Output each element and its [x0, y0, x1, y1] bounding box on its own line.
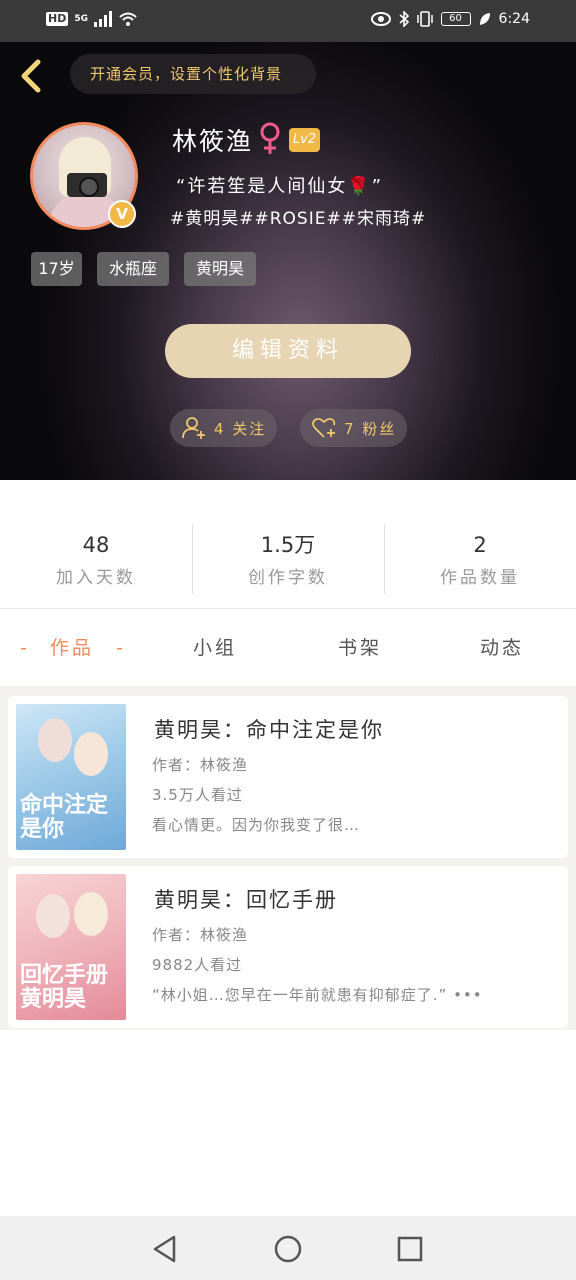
- tag-idol: 黄明昊: [184, 252, 256, 286]
- eye-icon: [370, 12, 391, 26]
- clock: 6:24: [498, 11, 530, 27]
- content-tabs: - 作品 - 小组 书架 动态: [0, 626, 576, 670]
- heart-plus-icon: [312, 417, 336, 438]
- section-divider: [0, 608, 576, 609]
- status-left: HD 5G: [46, 11, 138, 27]
- work-author: 作者：林筱渔: [152, 926, 249, 944]
- works-list: 命中注定是你 黄明昊：命中注定是你 作者：林筱渔 3.5万人看过 看心情更。因为…: [0, 686, 576, 1030]
- stat-label: 创作字数: [248, 568, 328, 588]
- tab-groups[interactable]: 小组: [193, 626, 237, 670]
- vip-banner[interactable]: 开通会员，设置个性化背景: [70, 54, 316, 94]
- leaf-icon: [479, 13, 490, 25]
- work-cover: 回忆手册黄明昊: [16, 874, 126, 1020]
- work-summary: “林小姐…您早在一年前就患有抑郁症了.” •••: [152, 986, 483, 1004]
- followers-button[interactable]: 7 粉丝: [300, 409, 407, 447]
- stat-works-count: 2 作品数量: [384, 520, 576, 596]
- battery-icon: 60: [440, 12, 471, 26]
- work-cover: 命中注定是你: [16, 704, 126, 850]
- status-right: 60 6:24: [370, 11, 530, 27]
- system-nav-bar: [0, 1216, 576, 1280]
- followers-label: 7 粉丝: [344, 419, 397, 438]
- bluetooth-icon: [399, 11, 409, 27]
- stat-days-joined: 48 加入天数: [0, 520, 192, 596]
- vibrate-icon: [416, 11, 433, 27]
- verified-badge: V: [108, 200, 136, 228]
- work-views: 3.5万人看过: [152, 786, 243, 804]
- bio-quote: “许若笙是人间仙女🌹”: [176, 176, 384, 197]
- level-badge: Lv2: [289, 128, 320, 152]
- signal-icon: [94, 11, 112, 27]
- back-triangle-icon[interactable]: [148, 1232, 182, 1266]
- profile-header: 开通会员，设置个性化背景 V 林筱渔 Lv2 “许若笙是人间仙女🌹” #黄明昊#…: [0, 42, 576, 480]
- work-card[interactable]: 回忆手册黄明昊 黄明昊：回忆手册 作者：林筱渔 9882人看过 “林小姐…您早在…: [8, 866, 568, 1028]
- stat-label: 加入天数: [56, 568, 136, 588]
- work-title: 黄明昊：回忆手册: [154, 888, 338, 912]
- recents-square-icon[interactable]: [393, 1232, 427, 1266]
- work-card[interactable]: 命中注定是你 黄明昊：命中注定是你 作者：林筱渔 3.5万人看过 看心情更。因为…: [8, 696, 568, 858]
- username: 林筱渔: [172, 127, 254, 156]
- tag-age: 17岁: [31, 252, 82, 286]
- tag-zodiac: 水瓶座: [97, 252, 169, 286]
- camera-icon: [67, 173, 107, 197]
- edit-profile-button[interactable]: 编辑资料: [165, 324, 411, 378]
- status-bar: HD 5G 60 6:24: [0, 0, 576, 42]
- cover-title: 命中注定是你: [20, 793, 109, 842]
- work-title: 黄明昊：命中注定是你: [154, 718, 384, 742]
- tab-active-decor-left: -: [20, 637, 30, 659]
- back-chevron-icon[interactable]: [16, 58, 46, 94]
- tab-works[interactable]: 作品: [50, 626, 94, 670]
- stat-label: 作品数量: [440, 568, 520, 588]
- tab-active-decor-right: -: [116, 637, 126, 659]
- work-author: 作者：林筱渔: [152, 756, 249, 774]
- stat-word-count: 1.5万 创作字数: [192, 520, 384, 596]
- home-circle-icon[interactable]: [271, 1232, 305, 1266]
- tab-activity[interactable]: 动态: [480, 626, 524, 670]
- network-5g-indicator: 5G: [74, 14, 88, 24]
- stat-value: 2: [473, 533, 487, 557]
- cover-title: 回忆手册黄明昊: [20, 963, 109, 1012]
- following-button[interactable]: 4 关注: [170, 409, 277, 447]
- add-user-icon: [182, 417, 205, 439]
- stat-value: 48: [82, 533, 110, 557]
- work-summary: 看心情更。因为你我变了很…: [152, 816, 361, 834]
- following-label: 4 关注: [214, 419, 267, 438]
- wifi-icon: [119, 12, 137, 26]
- tab-bookshelf[interactable]: 书架: [338, 626, 382, 670]
- hd-indicator: HD: [46, 12, 69, 26]
- profile-stats: 48 加入天数 1.5万 创作字数 2 作品数量: [0, 520, 576, 596]
- stat-value: 1.5万: [260, 533, 316, 557]
- work-views: 9882人看过: [152, 956, 243, 974]
- female-icon: [260, 122, 280, 154]
- hashtags: #黄明昊##ROSIE##宋雨琦#: [170, 209, 427, 229]
